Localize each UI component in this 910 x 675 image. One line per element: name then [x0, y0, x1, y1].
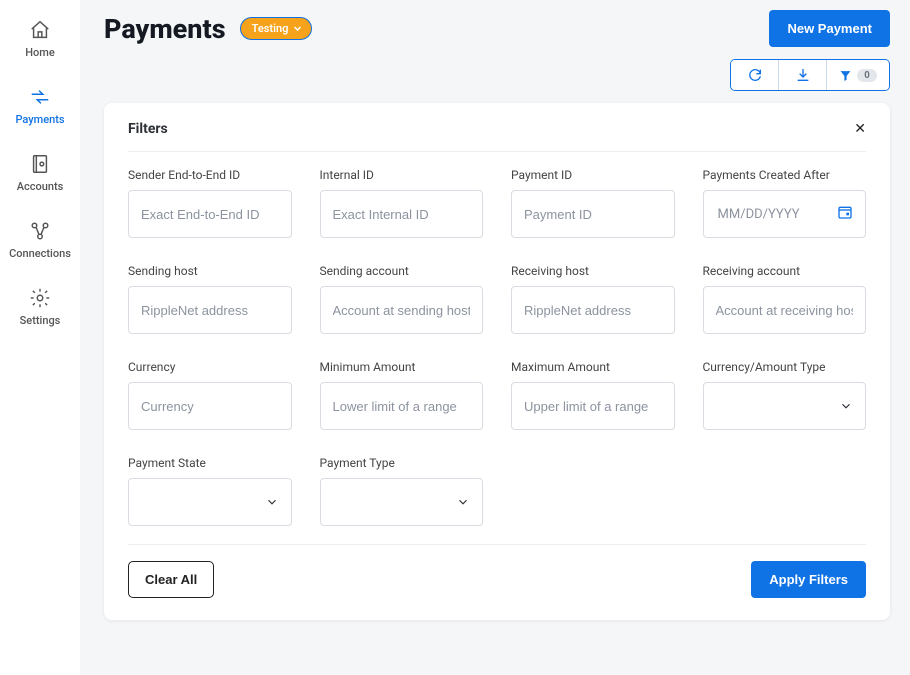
currency-amount-type-label: Currency/Amount Type	[703, 360, 867, 374]
created-after-label: Payments Created After	[703, 168, 867, 182]
close-filters-button[interactable]: ✕	[854, 121, 866, 137]
internal-id-label: Internal ID	[320, 168, 484, 182]
nav-home[interactable]: Home	[25, 18, 55, 59]
chevron-down-icon	[265, 495, 279, 509]
sending-host-input[interactable]	[128, 286, 292, 334]
receiving-account-input[interactable]	[703, 286, 867, 334]
env-badge[interactable]: Testing	[240, 17, 313, 40]
max-amount-label: Maximum Amount	[511, 360, 675, 374]
currency-label: Currency	[128, 360, 292, 374]
refresh-button[interactable]	[731, 60, 779, 90]
nav-connections[interactable]: Connections	[9, 219, 71, 260]
sender-e2e-label: Sender End-to-End ID	[128, 168, 292, 182]
nav-payments-label: Payments	[15, 113, 64, 126]
currency-amount-type-select[interactable]	[703, 382, 867, 430]
new-payment-button[interactable]: New Payment	[769, 10, 890, 47]
chevron-down-icon	[293, 24, 302, 33]
payment-state-select[interactable]	[128, 478, 292, 526]
min-amount-input[interactable]	[320, 382, 484, 430]
refresh-icon	[747, 67, 763, 83]
close-icon: ✕	[854, 121, 866, 137]
download-button[interactable]	[779, 60, 827, 90]
payment-type-label: Payment Type	[320, 456, 484, 470]
sending-host-label: Sending host	[128, 264, 292, 278]
nav-settings[interactable]: Settings	[20, 286, 61, 327]
filter-icon	[839, 69, 852, 82]
payment-state-label: Payment State	[128, 456, 292, 470]
chevron-down-icon	[456, 495, 470, 509]
calendar-icon	[837, 204, 853, 224]
receiving-host-label: Receiving host	[511, 264, 675, 278]
transfer-icon	[28, 85, 52, 109]
apply-filters-button[interactable]: Apply Filters	[751, 561, 866, 598]
max-amount-input[interactable]	[511, 382, 675, 430]
env-badge-label: Testing	[252, 22, 289, 35]
payment-id-input[interactable]	[511, 190, 675, 238]
nav-accounts-label: Accounts	[17, 180, 64, 193]
toolbar: 0	[730, 59, 890, 91]
nav-settings-label: Settings	[20, 314, 61, 327]
main-content: Payments Testing New Payment 0	[80, 0, 910, 675]
filter-count: 0	[857, 69, 877, 82]
book-icon	[28, 152, 52, 176]
topbar: Payments Testing New Payment	[104, 10, 890, 47]
filters-title: Filters	[128, 121, 168, 137]
payment-type-select[interactable]	[320, 478, 484, 526]
nav-connections-label: Connections	[9, 247, 71, 260]
gear-icon	[28, 286, 52, 310]
min-amount-label: Minimum Amount	[320, 360, 484, 374]
sidebar: Home Payments Accounts Connections Setti…	[0, 0, 80, 675]
currency-input[interactable]	[128, 382, 292, 430]
receiving-host-input[interactable]	[511, 286, 675, 334]
nav-accounts[interactable]: Accounts	[17, 152, 64, 193]
created-after-placeholder: MM/DD/YYYY	[716, 207, 838, 222]
filter-button[interactable]: 0	[827, 60, 889, 90]
payment-id-label: Payment ID	[511, 168, 675, 182]
sending-account-input[interactable]	[320, 286, 484, 334]
receiving-account-label: Receiving account	[703, 264, 867, 278]
filters-panel: Filters ✕ Sender End-to-End ID Internal …	[104, 103, 890, 620]
home-icon	[28, 18, 52, 42]
sender-e2e-input[interactable]	[128, 190, 292, 238]
page-title: Payments	[104, 13, 226, 45]
internal-id-input[interactable]	[320, 190, 484, 238]
created-after-input[interactable]: MM/DD/YYYY	[703, 190, 867, 238]
chevron-down-icon	[839, 399, 853, 413]
sending-account-label: Sending account	[320, 264, 484, 278]
clear-all-button[interactable]: Clear All	[128, 561, 214, 598]
network-icon	[28, 219, 52, 243]
nav-home-label: Home	[25, 46, 55, 59]
download-icon	[795, 67, 811, 83]
nav-payments[interactable]: Payments	[15, 85, 64, 126]
